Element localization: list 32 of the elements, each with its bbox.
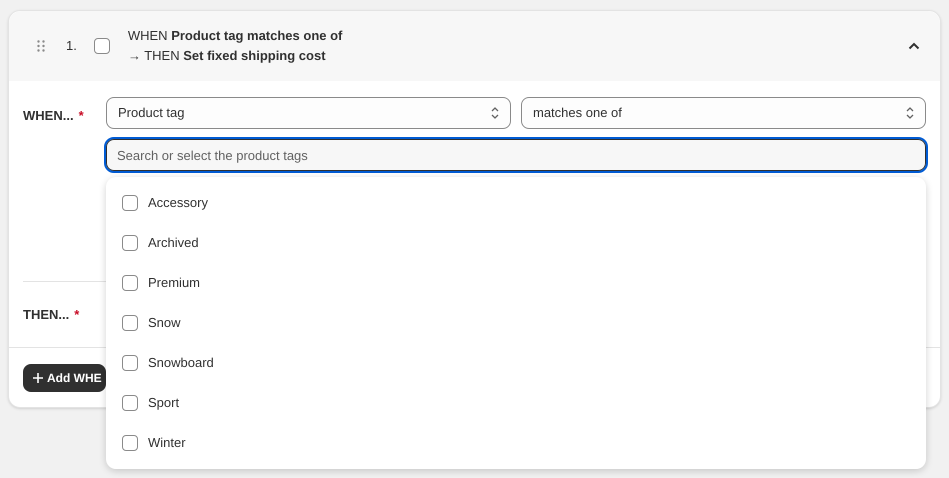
- tag-checkbox[interactable]: [122, 435, 138, 451]
- required-mark: *: [74, 306, 80, 324]
- tag-checkbox[interactable]: [122, 355, 138, 371]
- tag-option[interactable]: Winter: [148, 433, 186, 453]
- tag-checkbox[interactable]: [122, 395, 138, 411]
- tag-option[interactable]: Snow: [148, 313, 181, 333]
- up-down-icon: [906, 106, 914, 120]
- rule-number: 1.: [66, 37, 77, 56]
- up-down-icon: [491, 106, 499, 120]
- drag-handle-icon[interactable]: [37, 40, 45, 52]
- tag-option[interactable]: Archived: [148, 233, 199, 253]
- plus-icon: [33, 372, 43, 382]
- tag-option[interactable]: Accessory: [148, 193, 208, 213]
- field-select[interactable]: Product tag: [106, 97, 511, 129]
- required-mark: *: [78, 107, 84, 125]
- tag-option[interactable]: Snowboard: [148, 353, 214, 373]
- when-label: WHEN...: [23, 107, 74, 125]
- then-label: THEN...: [23, 306, 70, 324]
- rule-summary-when: WHEN Product tag matches one of: [128, 27, 342, 45]
- tag-search-field[interactable]: Search or select the product tags: [106, 139, 926, 171]
- rule-checkbox[interactable]: [94, 38, 110, 54]
- tag-option[interactable]: Premium: [148, 273, 200, 293]
- tag-checkbox[interactable]: [122, 235, 138, 251]
- chevron-up-icon[interactable]: [908, 42, 920, 50]
- tag-checkbox[interactable]: [122, 275, 138, 291]
- rule-header[interactable]: 1. WHEN Product tag matches one of → THEN Set fixed shipping cost: [9, 11, 940, 81]
- tag-option[interactable]: Sport: [148, 393, 180, 413]
- tag-checkbox[interactable]: [122, 195, 138, 211]
- add-when-button[interactable]: Add WHE: [23, 364, 106, 392]
- tag-checkbox[interactable]: [122, 315, 138, 331]
- operator-select[interactable]: matches one of: [521, 97, 926, 129]
- rule-summary-then: → THEN Set fixed shipping cost: [128, 47, 327, 65]
